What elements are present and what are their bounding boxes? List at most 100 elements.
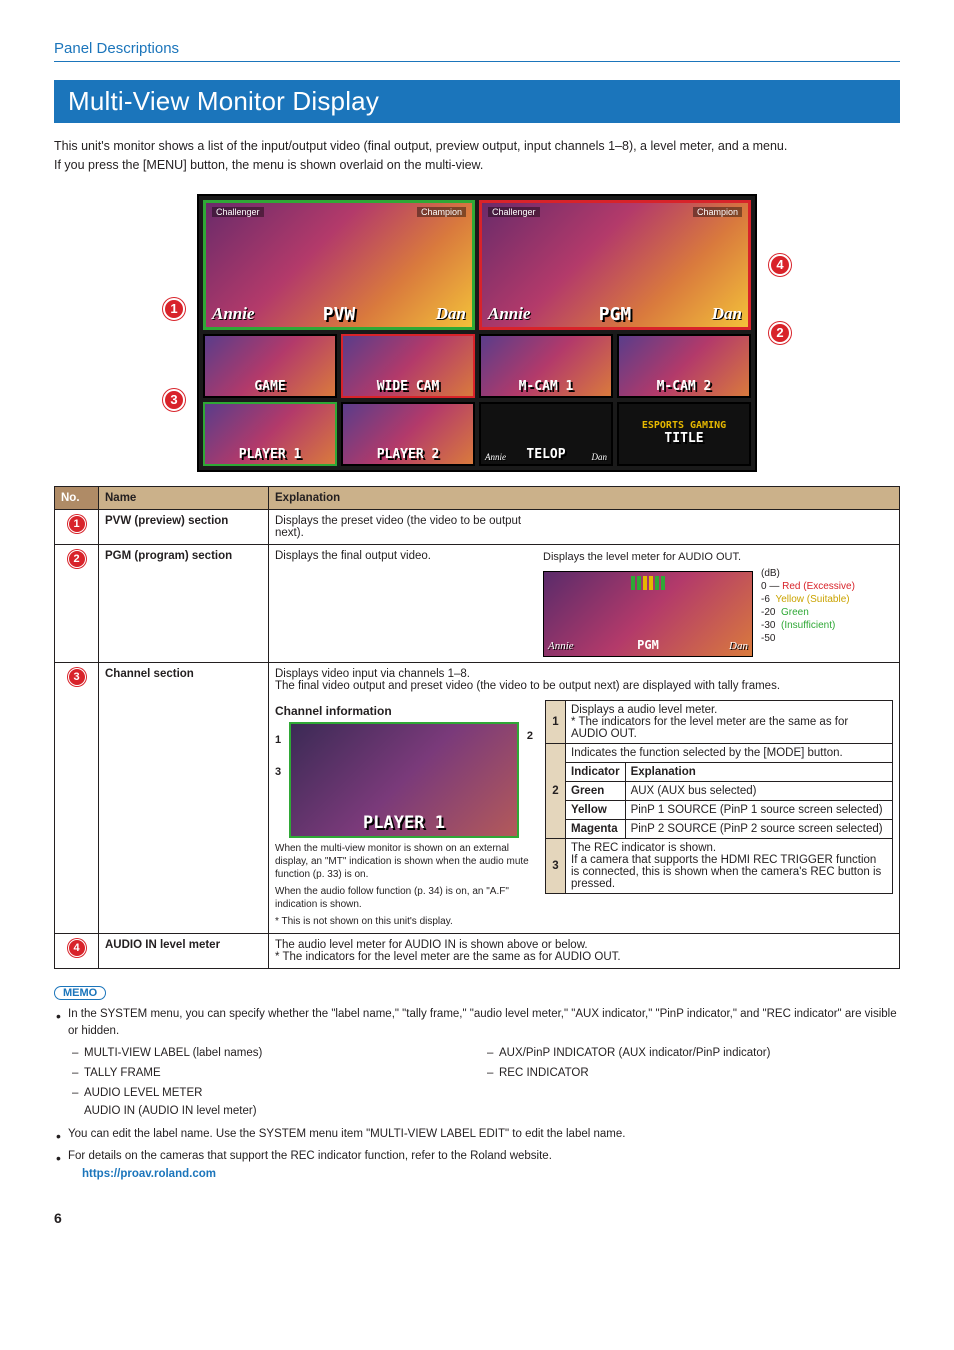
ind-yellow: Yellow [566,800,626,819]
inner-r1b: * The indicators for the level meter are… [571,716,887,740]
inner-r3: The REC indicator is shown. If a camera … [566,838,893,893]
intro-line1: This unit's monitor shows a list of the … [54,137,900,156]
row1-exp: Displays the preset video (the video to … [269,509,900,544]
table-row: 4 AUDIO IN level meter The audio level m… [55,933,900,968]
memo-bullet-1: In the SYSTEM menu, you can specify whet… [54,1006,900,1123]
pvw-name-right: Dan [436,304,466,324]
leg-grn-a: Green [781,607,809,618]
tile-player1: PLAYER 1 [203,402,337,466]
lbl-widecam: WIDE CAM [377,379,440,396]
db4: -50 [761,633,775,644]
memo-sl-2: AUDIO LEVEL METER AUDIO IN (AUDIO IN lev… [70,1085,485,1121]
table-row: 2 PGM (program) section Displays the fin… [55,544,900,662]
channel-image: PLAYER 1 [289,722,519,838]
inner-h-ind: Indicator [566,762,626,781]
intro-text: This unit's monitor shows a list of the … [54,137,900,176]
telop-name-l: Annie [485,452,506,462]
pgm-label: PGM [599,304,632,327]
exp-green: AUX (AUX bus selected) [625,781,892,800]
inner-r3a: The REC indicator is shown. [571,842,887,854]
row1-name: PVW (preview) section [99,509,269,544]
db0: 0 [761,581,767,592]
ch-note-1: When the audio follow function (p. 34) i… [275,885,535,911]
thumb-label: PGM [637,637,659,653]
ind-magenta: Magenta [566,819,626,838]
ind-green: Green [566,781,626,800]
row2-name: PGM (program) section [99,544,269,662]
inner-h-exp: Explanation [625,762,892,781]
lbl-mcam2: M-CAM 2 [657,379,712,396]
th-name: Name [99,486,269,509]
pvw-name-left: Annie [212,304,255,324]
table-row: 1 PVW (preview) section Displays the pre… [55,509,900,544]
section-label: Panel Descriptions [54,40,900,62]
pgm-name-left: Annie [488,304,531,324]
thumb-right: Dan [729,639,748,654]
db1: -6 [761,594,770,605]
inner-n2: 2 [546,743,566,838]
tile-telop: Annie TELOP Dan [479,402,613,466]
memo-bullet-3: For details on the cameras that support … [54,1148,900,1184]
tile-title: ESPORTS GAMING TITLE [617,402,751,466]
row3-lead2: The final video output and preset video … [275,680,893,692]
pvw-badge-left: Challenger [212,207,264,217]
pvw-tile: Challenger Champion Annie PVW Dan [203,200,475,330]
memo-sl-2a: AUDIO LEVEL METER [84,1087,202,1099]
memo-bullet-2: You can edit the label name. Use the SYS… [54,1126,900,1144]
row2-exp-text: Displays the final output video. [275,550,535,657]
monitor-figure: 1 2 3 4 Challenger Champion Annie PVW Da… [54,194,900,472]
leg-red: Red (Excessive) [782,581,855,592]
page-number: 6 [54,1210,900,1226]
row2-meter-cap: Displays the level meter for AUDIO OUT. [543,550,893,565]
th-exp: Explanation [269,486,900,509]
memo-sl-2b: AUDIO IN (AUDIO IN level meter) [84,1105,257,1117]
thumb-left: Annie [548,639,574,654]
tile-game: GAME [203,334,337,398]
ch-info-head: Channel information [275,704,535,718]
inner-table: 1 Displays a audio level meter. * The in… [545,700,893,894]
ch-note-2: * This is not shown on this unit's displ… [275,915,535,928]
row4-a: The audio level meter for AUDIO IN is sh… [275,939,893,951]
row4-name: AUDIO IN level meter [99,933,269,968]
memo-sr-0: AUX/PinP INDICATOR (AUX indicator/PinP i… [485,1045,900,1063]
inner-n1: 1 [546,700,566,743]
th-no: No. [55,486,99,509]
badge-4: 4 [68,939,86,957]
pgm-badge-left: Challenger [488,207,540,217]
badge-3: 3 [68,668,86,686]
memo-sr-1: REC INDICATOR [485,1065,900,1083]
db-label: (dB) [761,568,780,579]
pgm-name-right: Dan [712,304,742,324]
row3-lead1: Displays video input via channels 1–8. [275,668,893,680]
callout-3: 3 [163,389,185,411]
tile-player2: PLAYER 2 [341,402,475,466]
page-title: Multi-View Monitor Display [54,80,900,123]
row2-exp: Displays the final output video. Display… [269,544,900,662]
leg-yel: Yellow (Suitable) [775,594,849,605]
callout-1: 1 [163,298,185,320]
inner-r2-lead: Indicates the function selected by the [… [566,743,893,762]
pgm-tile: Challenger Champion Annie PGM Dan [479,200,751,330]
badge-2: 2 [68,550,86,568]
tile-mcam1: M-CAM 1 [479,334,613,398]
inner-n3: 3 [546,838,566,893]
exp-yellow: PinP 1 SOURCE (PinP 1 source screen sele… [625,800,892,819]
lbl-mcam1: M-CAM 1 [519,379,574,396]
tiny-1: 1 [275,734,281,746]
tiny-2: 2 [527,730,533,742]
memo-pill: MEMO [54,986,106,1000]
lbl-esports: ESPORTS GAMING [642,420,726,431]
ch-note-0: When the multi-view monitor is shown on … [275,842,535,881]
roland-link[interactable]: https://proav.roland.com [82,1168,216,1180]
db3: -30 [761,620,775,631]
pgm-badge-right: Champion [693,207,742,217]
db2: -20 [761,607,775,618]
exp-magenta: PinP 2 SOURCE (PinP 2 source screen sele… [625,819,892,838]
badge-1: 1 [68,515,86,533]
tile-mcam2: M-CAM 2 [617,334,751,398]
memo-b1-text: In the SYSTEM menu, you can specify whet… [68,1008,897,1038]
audio-meter-icon [631,576,665,590]
memo-sl-0: MULTI-VIEW LABEL (label names) [70,1045,485,1063]
callout-2: 2 [769,322,791,344]
lbl-player1: PLAYER 1 [239,447,302,464]
